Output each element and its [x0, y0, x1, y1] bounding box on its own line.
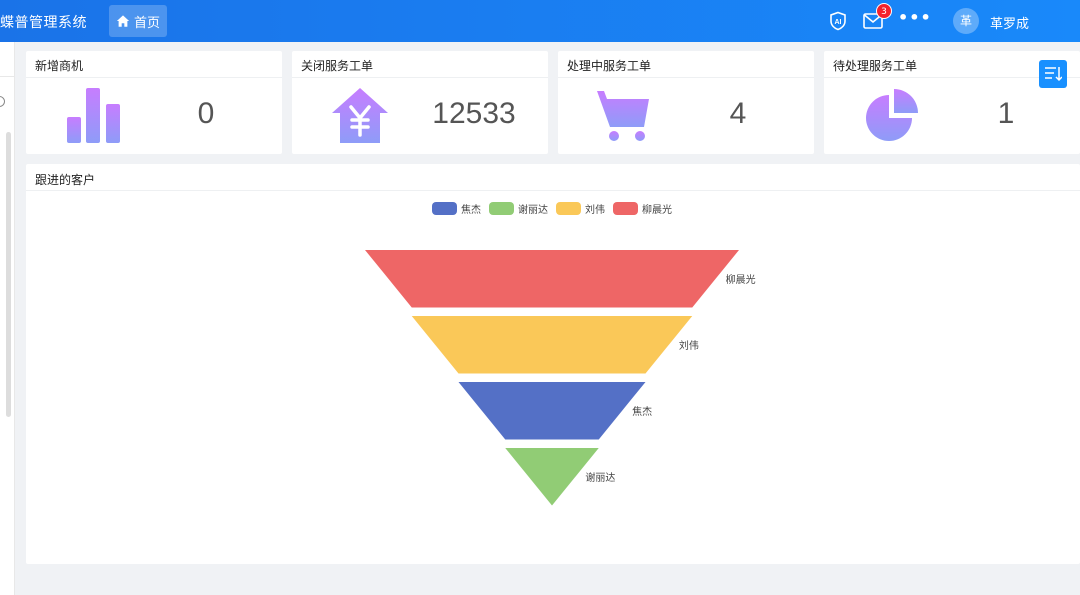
more-icon[interactable]: ••• — [898, 8, 932, 27]
legend-label[interactable]: 焦杰 — [461, 203, 481, 216]
legend-label[interactable]: 柳晨光 — [642, 203, 672, 216]
legend-swatch[interactable] — [613, 202, 638, 215]
card-title: 关闭服务工单 — [301, 59, 374, 73]
funnel-label: 刘伟 — [679, 339, 699, 352]
username[interactable]: 革罗成 — [990, 13, 1029, 32]
pie-chart-icon — [866, 89, 918, 141]
stat-card-closed-tickets[interactable]: 关闭服务工单 12533 — [292, 51, 548, 154]
funnel-segment[interactable] — [365, 250, 739, 308]
followed-customers-panel: 跟进的客户 焦杰 谢丽达 刘伟 柳晨光 柳晨光 刘伟 焦杰 谢丽达 — [26, 164, 1080, 564]
funnel-label: 焦杰 — [632, 405, 652, 418]
card-value: 12533 — [432, 97, 516, 130]
sort-list-icon — [1045, 67, 1062, 82]
bar-chart-icon — [67, 88, 120, 143]
card-title: 待处理服务工单 — [833, 59, 918, 73]
sidebar-clock-icon[interactable] — [0, 96, 5, 107]
shopping-cart-icon — [594, 88, 649, 141]
card-divider — [292, 77, 548, 78]
app-title: 蝶普管理系统 — [0, 15, 87, 31]
home-icon — [116, 15, 130, 27]
funnel-label: 谢丽达 — [585, 471, 615, 484]
card-title: 新增商机 — [35, 59, 84, 73]
card-title: 处理中服务工单 — [567, 59, 652, 73]
stat-card-new-opportunities[interactable]: 新增商机 0 — [26, 51, 282, 154]
legend-label[interactable]: 刘伟 — [585, 203, 605, 216]
legend-swatch[interactable] — [432, 202, 457, 215]
legend-swatch[interactable] — [489, 202, 514, 215]
card-value: 0 — [197, 97, 215, 130]
card-divider — [26, 77, 282, 78]
funnel-label: 柳晨光 — [726, 273, 756, 286]
tab-home-label: 首页 — [133, 15, 160, 31]
sort-button[interactable] — [1039, 60, 1067, 88]
card-value: 4 — [729, 97, 747, 130]
yen-house-icon — [332, 88, 388, 143]
tab-home[interactable]: 首页 — [109, 5, 167, 37]
top-navbar: 蝶普管理系统 首页 AI 3 ••• 革 革罗成 — [0, 0, 1080, 42]
stat-card-processing-tickets[interactable]: 处理中服务工单 4 — [558, 51, 814, 154]
funnel-segment[interactable] — [411, 316, 693, 374]
avatar[interactable]: 革 — [953, 8, 979, 34]
card-divider — [558, 77, 814, 78]
mail-badge: 3 — [876, 3, 892, 19]
funnel-chart: 焦杰 谢丽达 刘伟 柳晨光柳晨光刘伟焦杰谢丽达 — [365, 202, 756, 506]
funnel-segment[interactable] — [458, 382, 646, 440]
legend-label[interactable]: 谢丽达 — [518, 203, 548, 216]
sidebar — [0, 42, 15, 595]
ai-shield-icon[interactable]: AI — [827, 10, 849, 32]
sidebar-scrollbar[interactable] — [6, 132, 11, 417]
svg-text:AI: AI — [835, 19, 842, 26]
sidebar-divider — [0, 76, 15, 77]
card-value: 1 — [997, 97, 1015, 130]
legend-swatch[interactable] — [556, 202, 581, 215]
